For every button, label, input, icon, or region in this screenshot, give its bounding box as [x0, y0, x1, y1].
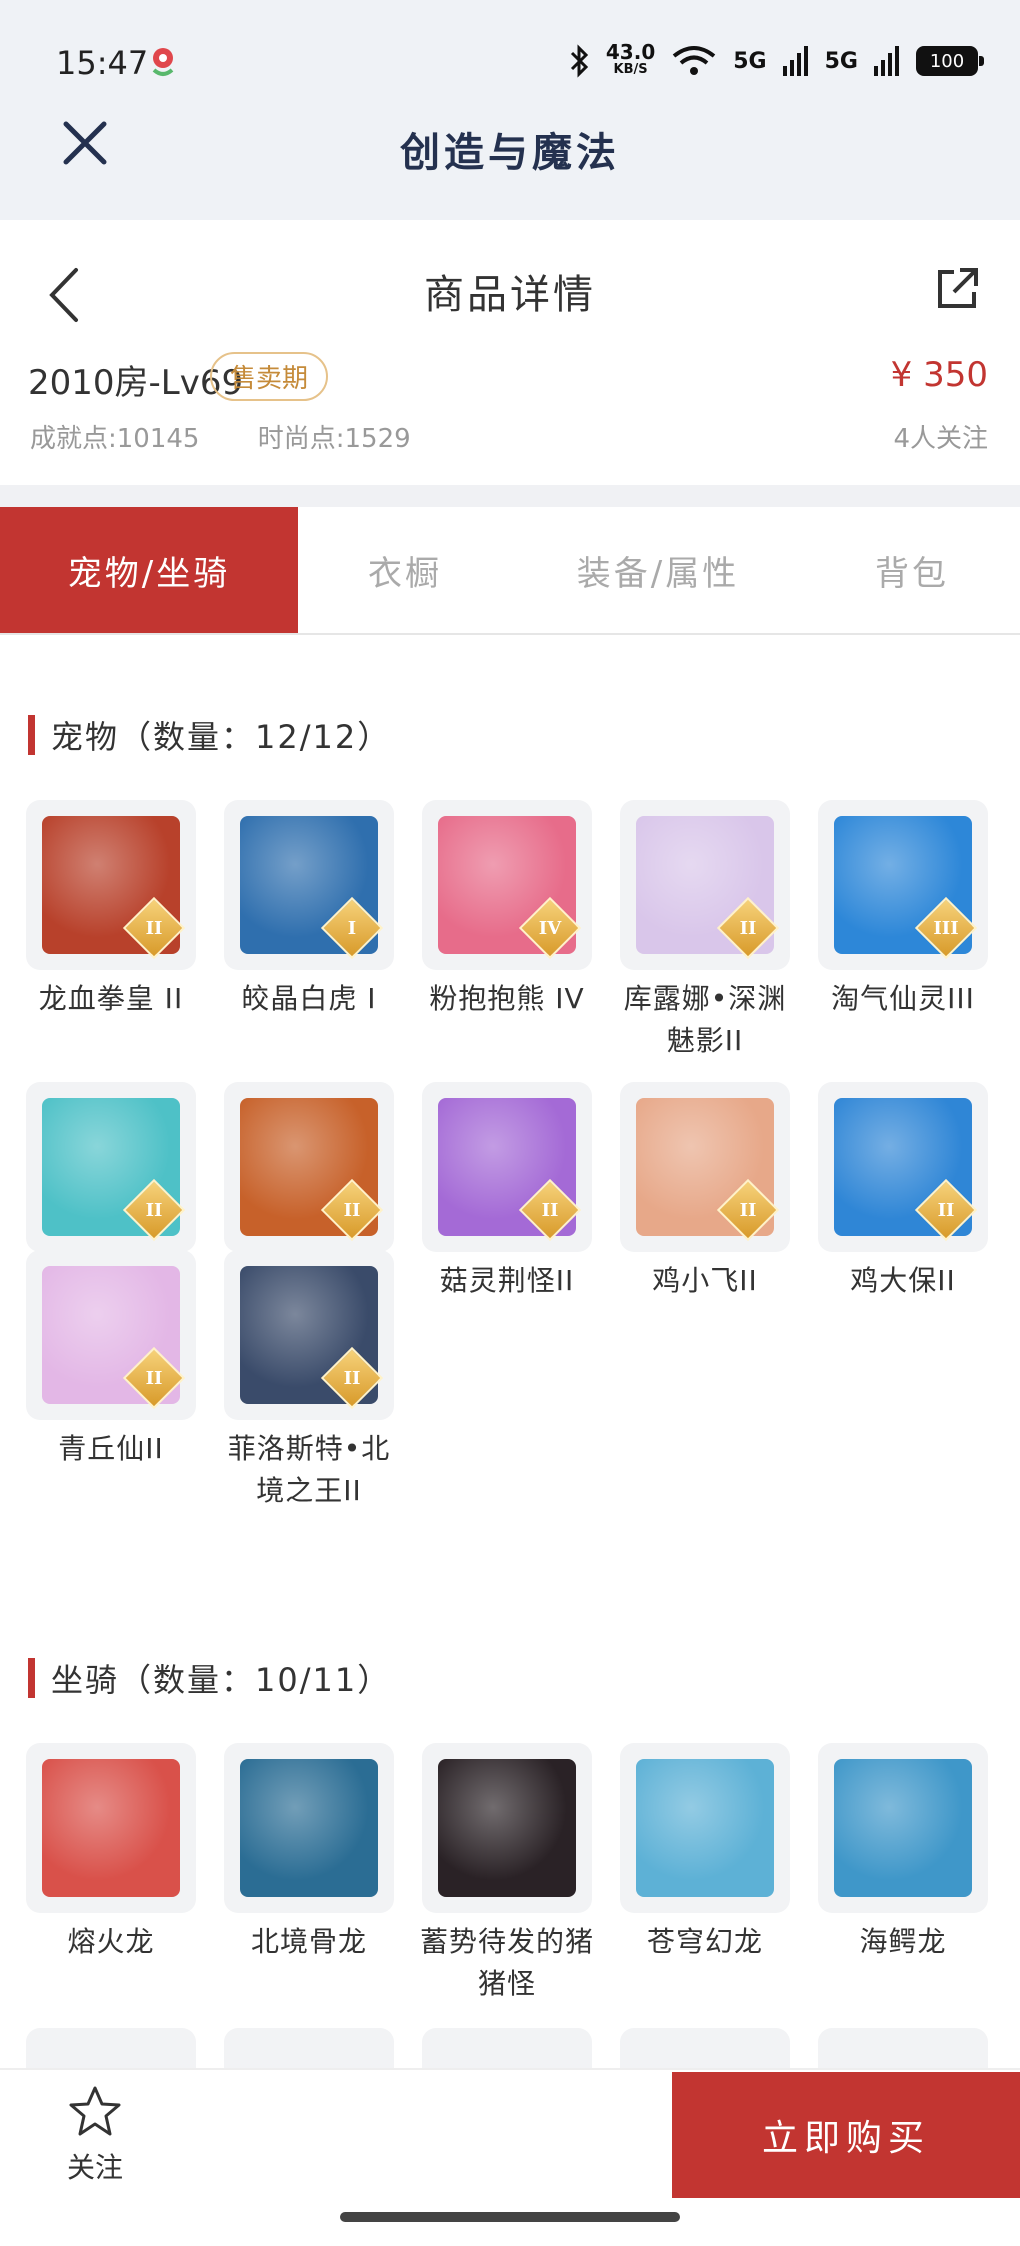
mount-name: 熔火龙	[67, 1925, 155, 1958]
mount-thumbnail	[818, 1743, 988, 1913]
signal-5g-1: 5G	[733, 48, 767, 74]
status-time: 15:47	[56, 44, 149, 82]
pet-thumbnail: II	[818, 1082, 988, 1252]
divider	[0, 485, 1020, 507]
signal-bars-icon	[874, 46, 899, 76]
pet-name: 菇灵荆怪II	[439, 1264, 575, 1297]
mount-thumbnail[interactable]	[224, 2028, 394, 2068]
pet-thumbnail: II	[620, 800, 790, 970]
mount-image	[636, 1759, 774, 1897]
mounts-next-row	[26, 2028, 996, 2068]
pet-item[interactable]: II 鸡小飞II	[620, 1082, 792, 1302]
pet-thumbnail: I	[224, 800, 394, 970]
pet-item[interactable]: II 菇灵荆怪II	[422, 1082, 594, 1302]
mount-thumbnail[interactable]	[818, 2028, 988, 2068]
page-title: 商品详情	[424, 272, 596, 318]
location-app-icon	[152, 48, 174, 76]
miniprogram-title: 创造与魔法	[400, 130, 620, 176]
mount-thumbnail[interactable]	[422, 2028, 592, 2068]
pet-item[interactable]: III 淘气仙灵III	[818, 800, 990, 1020]
mount-item[interactable]: 蓄势待发的猪猪怪	[420, 1743, 594, 2005]
pet-name: 皎晶白虎 I	[241, 982, 377, 1015]
mount-item[interactable]: 熔火龙	[26, 1743, 198, 1963]
sale-status-badge: 售卖期	[210, 352, 329, 401]
pets-section-title: 宠物（数量：12/12）	[28, 712, 391, 758]
follower-count: 4人关注	[893, 424, 988, 454]
mount-item[interactable]: 海鳄龙	[818, 1743, 990, 1963]
mount-image	[834, 1759, 972, 1897]
tab-equipment[interactable]: 装备/属性	[512, 507, 804, 633]
wifi-icon	[673, 46, 716, 75]
pet-thumbnail: III	[818, 800, 988, 970]
mount-thumbnail[interactable]	[26, 2028, 196, 2068]
pet-thumbnail: IV	[422, 800, 592, 970]
pet-name: 库露娜•深渊魅影II	[623, 982, 787, 1057]
pet-name: 鸡大保II	[850, 1264, 956, 1297]
item-price: ¥ 350	[890, 355, 988, 395]
tab-pets-mounts[interactable]: 宠物/坐骑	[0, 507, 298, 633]
mount-image	[42, 1759, 180, 1897]
mount-name: 海鳄龙	[859, 1925, 947, 1958]
pet-thumbnail: II	[26, 1082, 196, 1252]
network-speed: 43.0 KB/S	[605, 40, 656, 77]
mount-thumbnail	[26, 1743, 196, 1913]
star-icon	[69, 2086, 121, 2136]
pet-name: 粉抱抱熊 IV	[429, 982, 585, 1015]
pet-item[interactable]: II 龙血拳皇 II	[26, 800, 198, 1020]
follow-button[interactable]: 关注	[40, 2084, 150, 2186]
pet-item[interactable]: II 菲洛斯特•北境之王II	[224, 1250, 396, 1512]
pet-item[interactable]: II 库露娜•深渊魅影II	[620, 800, 792, 1062]
pet-item[interactable]: I 皎晶白虎 I	[224, 800, 396, 1020]
achievement-points: 成就点:10145	[30, 424, 200, 454]
tab-wardrobe[interactable]: 衣橱	[298, 507, 512, 633]
mount-thumbnail[interactable]	[620, 2028, 790, 2068]
mount-item[interactable]: 北境骨龙	[224, 1743, 396, 1963]
mount-item[interactable]: 苍穹幻龙	[620, 1743, 792, 1963]
pet-thumbnail: II	[620, 1082, 790, 1252]
pet-name: 菲洛斯特•北境之王II	[227, 1432, 391, 1507]
product-header: 商品详情 2010房-Lv69 售卖期 ¥ 350 成就点:10145 时尚点:…	[0, 220, 1020, 485]
pet-thumbnail: II	[422, 1082, 592, 1252]
section-accent	[28, 1658, 35, 1698]
section-accent	[28, 715, 35, 755]
mount-image	[438, 1759, 576, 1897]
category-tabs: 宠物/坐骑 衣橱 装备/属性 背包	[0, 507, 1020, 635]
follow-label: 关注	[66, 2151, 123, 2184]
pet-name: 龙血拳皇 II	[38, 982, 184, 1015]
signal-5g-2: 5G	[824, 48, 858, 74]
pet-thumbnail: II	[26, 1250, 196, 1420]
share-icon[interactable]	[932, 264, 982, 314]
battery-indicator: 100	[916, 46, 984, 76]
mount-thumbnail	[620, 1743, 790, 1913]
pet-item[interactable]: II 鸡大保II	[818, 1082, 990, 1302]
top-bar: 15:47 43.0 KB/S 5G 5G 100 创造与魔法	[0, 0, 1020, 220]
home-indicator	[340, 2212, 680, 2222]
mount-image	[240, 1759, 378, 1897]
pet-thumbnail: II	[224, 1250, 394, 1420]
mount-name: 北境骨龙	[250, 1925, 367, 1958]
buy-now-button[interactable]: 立即购买	[672, 2072, 1020, 2198]
mount-thumbnail	[224, 1743, 394, 1913]
pet-thumbnail: II	[224, 1082, 394, 1252]
mount-thumbnail	[422, 1743, 592, 1913]
pet-name: 青丘仙II	[58, 1432, 164, 1465]
bluetooth-icon	[570, 44, 589, 78]
pet-thumbnail: II	[26, 800, 196, 970]
signal-bars-icon	[782, 46, 808, 76]
pet-item[interactable]: IV 粉抱抱熊 IV	[422, 800, 594, 1020]
mount-name: 苍穹幻龙	[646, 1925, 763, 1958]
tab-backpack[interactable]: 背包	[804, 507, 1020, 633]
pet-name: 淘气仙灵III	[831, 982, 975, 1015]
pet-item[interactable]: II 青丘仙II	[26, 1250, 198, 1470]
pet-name: 鸡小飞II	[652, 1264, 758, 1297]
mounts-section-title: 坐骑（数量：10/11）	[28, 1655, 391, 1701]
mount-name: 蓄势待发的猪猪怪	[419, 1925, 594, 2000]
status-icons: 43.0 KB/S 5G 5G 100	[568, 38, 984, 84]
item-stats: 成就点:10145 时尚点:1529	[30, 418, 461, 455]
fashion-points: 时尚点:1529	[257, 424, 411, 454]
